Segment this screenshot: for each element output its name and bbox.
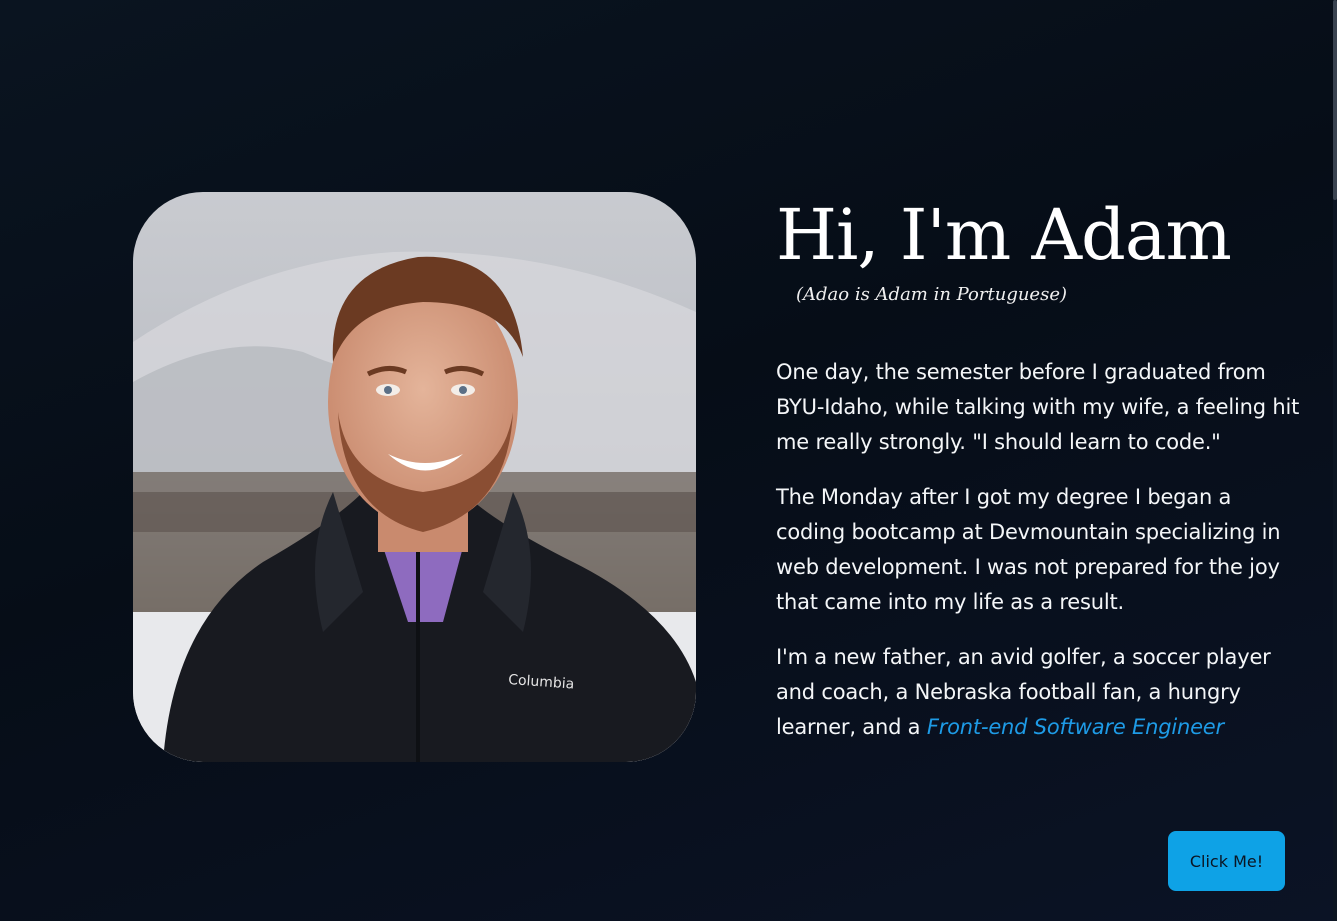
page-subtitle: (Adao is Adam in Portuguese) xyxy=(796,284,1067,305)
hero-section: Hi, I'm Adam (Adao is Adam in Portuguese… xyxy=(776,190,1306,765)
scrollbar[interactable] xyxy=(1333,0,1337,921)
bio: One day, the semester before I graduated… xyxy=(776,355,1306,745)
profile-photo: Columbia xyxy=(133,192,696,762)
page-title: Hi, I'm Adam xyxy=(776,194,1232,276)
bio-paragraph-1: One day, the semester before I graduated… xyxy=(776,360,1300,454)
click-me-button[interactable]: Click Me! xyxy=(1168,831,1285,891)
scrollbar-thumb[interactable] xyxy=(1333,0,1337,200)
bio-paragraph-2: The Monday after I got my degree I began… xyxy=(776,485,1281,614)
bio-paragraph-3: I'm a new father, an avid golfer, a socc… xyxy=(776,640,1306,745)
front-end-engineer-link[interactable]: Front-end Software Engineer xyxy=(927,715,1224,739)
